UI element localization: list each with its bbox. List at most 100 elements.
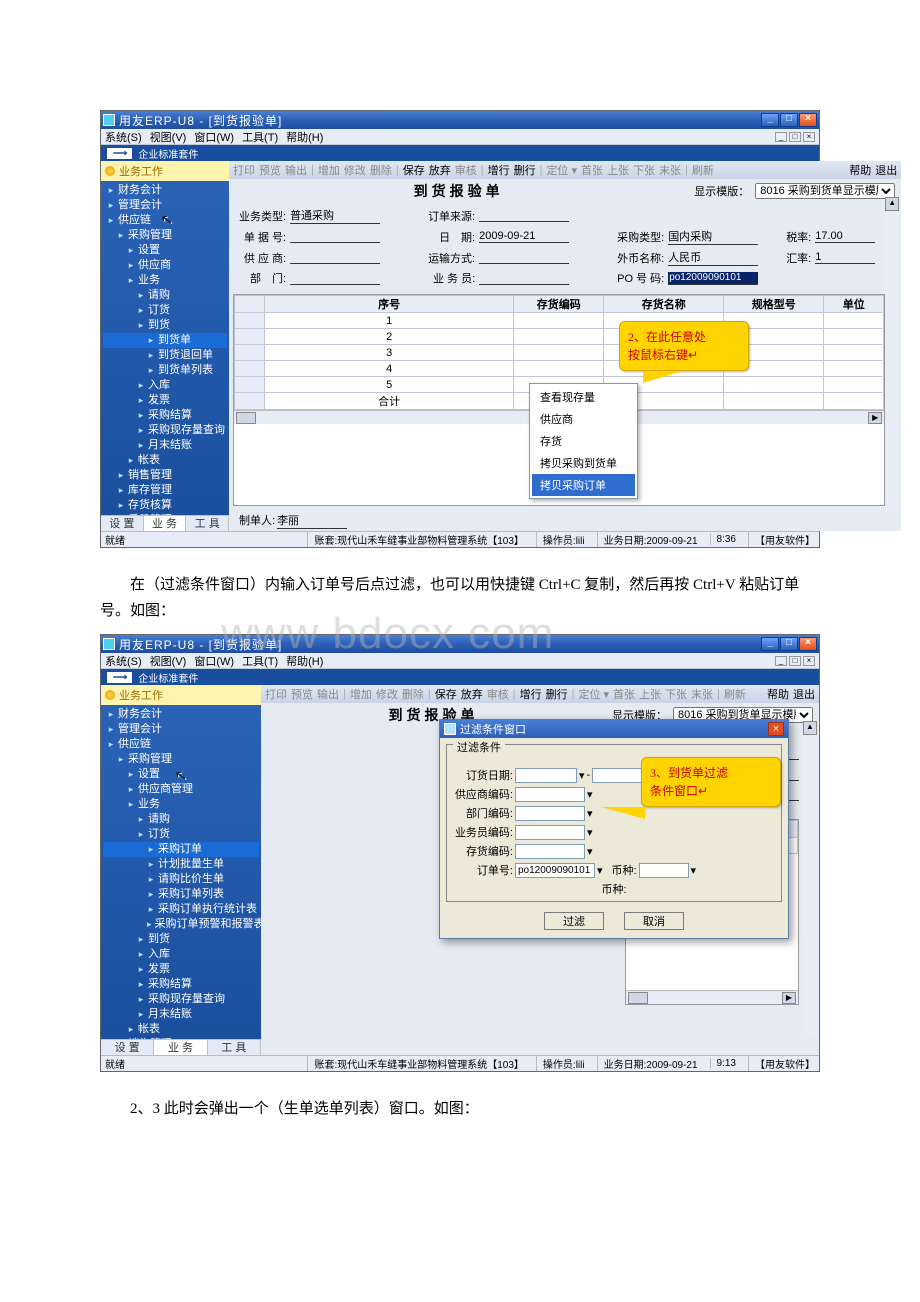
col-spec[interactable]: 规格型号 xyxy=(724,296,824,313)
fld-opr[interactable] xyxy=(515,825,585,840)
tool-exit[interactable]: 退出 xyxy=(875,162,897,178)
tree-item[interactable]: ▸设置 xyxy=(103,767,259,782)
tool-refresh[interactable]: 刷新 xyxy=(692,162,714,178)
menu-tool[interactable]: 工具(T) xyxy=(242,129,278,145)
tree-item[interactable]: ▸采购订单执行统计表 xyxy=(103,902,259,917)
col-seq[interactable]: 序号 xyxy=(265,296,514,313)
tree-item[interactable]: ▸业务 xyxy=(103,797,259,812)
tool-add[interactable]: 增加 xyxy=(318,162,340,178)
tree-item[interactable]: ▸计划批量生单 xyxy=(103,857,259,872)
menu-tool[interactable]: 工具(T) xyxy=(242,653,278,669)
tool-discard[interactable]: 放弃 xyxy=(461,686,483,702)
fld-order-input[interactable] xyxy=(515,863,595,878)
row-cell[interactable]: 4 xyxy=(265,361,514,377)
cm-stock[interactable]: 存货 xyxy=(532,430,635,452)
sidebar-header[interactable]: 业务工作 xyxy=(101,685,261,705)
dialog-close-button[interactable]: × xyxy=(768,722,784,736)
tree-item[interactable]: ▸设置 xyxy=(103,243,227,258)
sidebar-tab-biz[interactable]: 业 务 xyxy=(144,515,187,531)
scrollbar-vertical[interactable]: ▲ xyxy=(885,197,899,511)
tool-save[interactable]: 保存 xyxy=(435,686,457,702)
tree-item[interactable]: ▸订货 xyxy=(103,303,227,318)
menu-help[interactable]: 帮助(H) xyxy=(286,653,323,669)
row-cell[interactable]: 5 xyxy=(265,377,514,393)
tool-next[interactable]: 下张 xyxy=(633,162,655,178)
minimize-button[interactable]: _ xyxy=(761,113,779,127)
template-select[interactable]: 8016 采购到货单显示模版 xyxy=(755,183,895,199)
menu-view[interactable]: 视图(V) xyxy=(150,653,187,669)
tree-item[interactable]: ▸采购管理 xyxy=(103,228,227,243)
fld-vendor[interactable] xyxy=(515,787,585,802)
tool-prev[interactable]: 上张 xyxy=(607,162,629,178)
tree-item[interactable]: ▸采购现存量查询 xyxy=(103,423,227,438)
fld-date-from[interactable] xyxy=(515,768,577,783)
ptype-value[interactable]: 国内采购 xyxy=(668,228,758,245)
tree-item[interactable]: ▸到货单 xyxy=(103,333,227,348)
tool-add[interactable]: 增加 xyxy=(350,686,372,702)
fld-dept[interactable] xyxy=(515,806,585,821)
tool-export[interactable]: 输出 xyxy=(285,162,307,178)
exrate-value[interactable]: 1 xyxy=(815,251,875,264)
scrollbar-horizontal[interactable]: ▶ xyxy=(626,990,798,1004)
tree-item[interactable]: ▸帐表 xyxy=(103,453,227,468)
filter-ok-button[interactable]: 过滤 xyxy=(544,912,604,930)
cm-check-stock[interactable]: 查看现存量 xyxy=(532,386,635,408)
tree-item[interactable]: ▸采购结算 xyxy=(103,977,259,992)
tool-last[interactable]: 末张 xyxy=(691,686,713,702)
tree-item[interactable]: ▸采购订单列表 xyxy=(103,887,259,902)
menu-help[interactable]: 帮助(H) xyxy=(286,129,323,145)
doc-max-button[interactable]: □ xyxy=(789,656,801,666)
tool-next[interactable]: 下张 xyxy=(665,686,687,702)
tool-exit[interactable]: 退出 xyxy=(793,686,815,702)
tree-item[interactable]: ▸管理会计 xyxy=(103,722,259,737)
tool-edit[interactable]: 修改 xyxy=(376,686,398,702)
ship-value[interactable] xyxy=(479,251,569,264)
doc-max-button[interactable]: □ xyxy=(789,132,801,142)
tool-last[interactable]: 末张 xyxy=(659,162,681,178)
tree-item[interactable]: ▸帐表 xyxy=(103,1022,259,1037)
col-name[interactable]: 存货名称 xyxy=(604,296,724,313)
tree-item[interactable]: ▸供应链 xyxy=(103,213,227,228)
sidebar-tab-biz[interactable]: 业 务 xyxy=(154,1039,207,1055)
tool-save[interactable]: 保存 xyxy=(403,162,425,178)
tree-item[interactable]: ▸供应商 xyxy=(103,258,227,273)
tree-item[interactable]: ▸管理会计 xyxy=(103,198,227,213)
tool-export[interactable]: 输出 xyxy=(317,686,339,702)
tree-item[interactable]: ▸财务会计 xyxy=(103,707,259,722)
docno-value[interactable] xyxy=(290,230,380,243)
menu-system[interactable]: 系统(S) xyxy=(105,129,142,145)
tree-item[interactable]: ▸入库 xyxy=(103,378,227,393)
tool-refresh[interactable]: 刷新 xyxy=(724,686,746,702)
col-unit[interactable]: 单位 xyxy=(824,296,884,313)
sidebar-tab-tool[interactable]: 工 具 xyxy=(186,515,229,531)
tree-item[interactable]: ▸销售管理 xyxy=(103,468,227,483)
fld-stock[interactable] xyxy=(515,844,585,859)
tool-preview[interactable]: 预览 xyxy=(259,162,281,178)
dept-value[interactable] xyxy=(290,272,380,285)
nav-tree[interactable]: ▸财务会计▸管理会计▸供应链▸采购管理▸设置▸供应商管理▸业务▸请购▸订货▸采购… xyxy=(101,705,261,1039)
tree-item[interactable]: ▸财务会计 xyxy=(103,183,227,198)
sidebar-tab-tool[interactable]: 工 具 xyxy=(208,1039,261,1055)
menu-system[interactable]: 系统(S) xyxy=(105,653,142,669)
minimize-button[interactable]: _ xyxy=(761,637,779,651)
tree-item[interactable]: ▸发票 xyxy=(103,962,259,977)
nav-tree[interactable]: ▸财务会计▸管理会计▸供应链▸采购管理▸设置▸供应商▸业务▸请购▸订货▸到货▸到… xyxy=(101,181,229,515)
doc-min-button[interactable]: _ xyxy=(775,132,787,142)
tool-discard[interactable]: 放弃 xyxy=(429,162,451,178)
tool-del[interactable]: 删除 xyxy=(402,686,424,702)
scrollbar-vertical[interactable]: ▲ xyxy=(803,721,817,1035)
menu-window[interactable]: 窗口(W) xyxy=(194,129,234,145)
sidebar-tab-set[interactable]: 设 置 xyxy=(101,515,144,531)
tool-delrow[interactable]: 删行 xyxy=(546,686,568,702)
tree-item[interactable]: ▸月末结账 xyxy=(103,438,227,453)
tool-edit[interactable]: 修改 xyxy=(344,162,366,178)
doc-min-button[interactable]: _ xyxy=(775,656,787,666)
tree-item[interactable]: ▸月末结账 xyxy=(103,1007,259,1022)
tree-item[interactable]: ▸请购比价生单 xyxy=(103,872,259,887)
tree-item[interactable]: ▸采购结算 xyxy=(103,408,227,423)
menu-view[interactable]: 视图(V) xyxy=(150,129,187,145)
taxrate-value[interactable]: 17.00 xyxy=(815,230,875,243)
tool-help[interactable]: 帮助 xyxy=(767,686,789,702)
tree-item[interactable]: ▸入库 xyxy=(103,947,259,962)
src-value[interactable] xyxy=(479,209,569,222)
